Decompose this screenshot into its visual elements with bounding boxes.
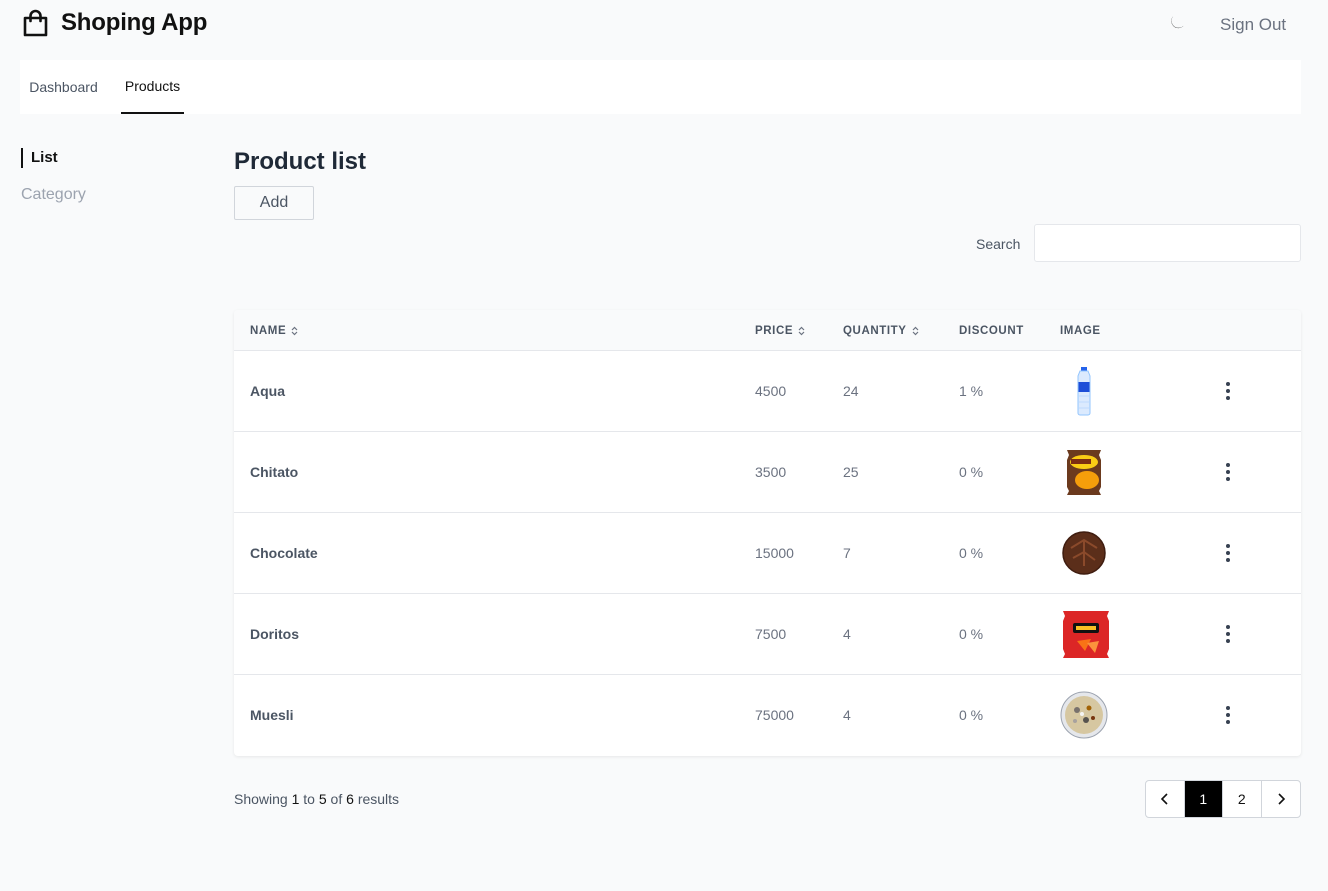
product-quantity: 25 — [843, 464, 859, 480]
products-table: NAME PRICE QUANTITY DISCOUNT IMAGE Aqua … — [234, 310, 1301, 756]
product-name: Muesli — [250, 707, 294, 723]
to-word: to — [303, 791, 315, 807]
page-1-button[interactable]: 1 — [1184, 781, 1223, 817]
search-input[interactable] — [1034, 224, 1301, 262]
column-header-price-label: PRICE — [755, 324, 794, 337]
row-actions-menu-icon[interactable] — [1218, 622, 1238, 646]
page-title: Product list — [234, 148, 367, 175]
product-price: 7500 — [755, 626, 787, 642]
sort-icon[interactable] — [912, 326, 919, 336]
muesli-bowl-image — [1060, 691, 1108, 739]
dark-mode-moon-icon[interactable] — [1167, 13, 1187, 33]
product-quantity: 7 — [843, 545, 851, 561]
range-from: 1 — [291, 791, 300, 807]
row-actions-menu-icon[interactable] — [1218, 541, 1238, 565]
product-name: Chocolate — [250, 545, 318, 561]
sort-icon[interactable] — [798, 326, 805, 336]
product-price: 15000 — [755, 545, 794, 561]
column-header-name[interactable]: NAME — [250, 310, 298, 351]
table-row: Doritos 7500 4 0 % — [234, 594, 1301, 675]
product-discount: 0 % — [959, 707, 984, 723]
table-row: Aqua 4500 24 1 % — [234, 351, 1301, 432]
column-header-image-label: IMAGE — [1060, 324, 1101, 337]
sign-out-button[interactable]: Sign Out — [1220, 15, 1286, 35]
column-header-image: IMAGE — [1060, 310, 1101, 351]
tab-products[interactable]: Products — [121, 60, 184, 114]
column-header-price[interactable]: PRICE — [755, 310, 805, 351]
product-quantity: 24 — [843, 383, 859, 399]
product-discount: 0 % — [959, 626, 984, 642]
chocolate-image — [1062, 531, 1106, 575]
product-name: Doritos — [250, 626, 299, 642]
row-actions-menu-icon[interactable] — [1218, 703, 1238, 727]
product-price: 3500 — [755, 464, 787, 480]
sidebar-item-category[interactable]: Category — [21, 185, 86, 205]
app-header: Shoping App Sign Out — [0, 0, 1328, 50]
top-nav: Dashboard Products — [20, 60, 1301, 114]
product-discount: 0 % — [959, 545, 984, 561]
chips-bag-image — [1067, 450, 1101, 495]
search-label: Search — [976, 236, 1021, 252]
add-button[interactable]: Add — [234, 186, 314, 220]
showing-prefix: Showing — [234, 791, 288, 807]
product-name: Chitato — [250, 464, 299, 480]
page-2-button[interactable]: 2 — [1223, 781, 1262, 817]
results-summary: Showing 1 to 5 of 6 results — [234, 791, 399, 807]
column-header-discount: DISCOUNT — [959, 310, 1024, 351]
app-title: Shoping App — [61, 9, 208, 36]
product-price: 75000 — [755, 707, 794, 723]
column-header-discount-label: DISCOUNT — [959, 324, 1024, 337]
total-results: 6 — [346, 791, 354, 807]
sidebar-item-list[interactable]: List — [21, 148, 58, 168]
brand[interactable]: Shoping App — [22, 9, 207, 37]
water-bottle-image — [1077, 367, 1091, 416]
pagination: 1 2 — [1145, 780, 1301, 818]
previous-page-button[interactable] — [1146, 781, 1185, 817]
table-row: Chitato 3500 25 0 % — [234, 432, 1301, 513]
sort-icon[interactable] — [291, 326, 298, 336]
row-actions-menu-icon[interactable] — [1218, 460, 1238, 484]
product-price: 4500 — [755, 383, 787, 399]
table-row: Chocolate 15000 7 0 % — [234, 513, 1301, 594]
chevron-right-icon — [1278, 793, 1285, 805]
tab-dashboard[interactable]: Dashboard — [20, 60, 107, 114]
chevron-left-icon — [1160, 793, 1168, 805]
table-row: Muesli 75000 4 0 % — [234, 675, 1301, 756]
column-header-quantity[interactable]: QUANTITY — [843, 310, 919, 351]
product-quantity: 4 — [843, 707, 851, 723]
doritos-bag-image — [1063, 611, 1109, 658]
product-discount: 1 % — [959, 383, 984, 399]
results-word: results — [357, 791, 400, 807]
next-page-button[interactable] — [1262, 781, 1300, 817]
product-discount: 0 % — [959, 464, 984, 480]
column-header-quantity-label: QUANTITY — [843, 324, 907, 337]
column-header-name-label: NAME — [250, 324, 287, 337]
of-word: of — [330, 791, 343, 807]
row-actions-menu-icon[interactable] — [1218, 379, 1238, 403]
table-header: NAME PRICE QUANTITY DISCOUNT IMAGE — [234, 310, 1301, 351]
product-quantity: 4 — [843, 626, 851, 642]
product-name: Aqua — [250, 383, 285, 399]
range-to: 5 — [318, 791, 327, 807]
shopping-bag-icon — [23, 9, 48, 37]
